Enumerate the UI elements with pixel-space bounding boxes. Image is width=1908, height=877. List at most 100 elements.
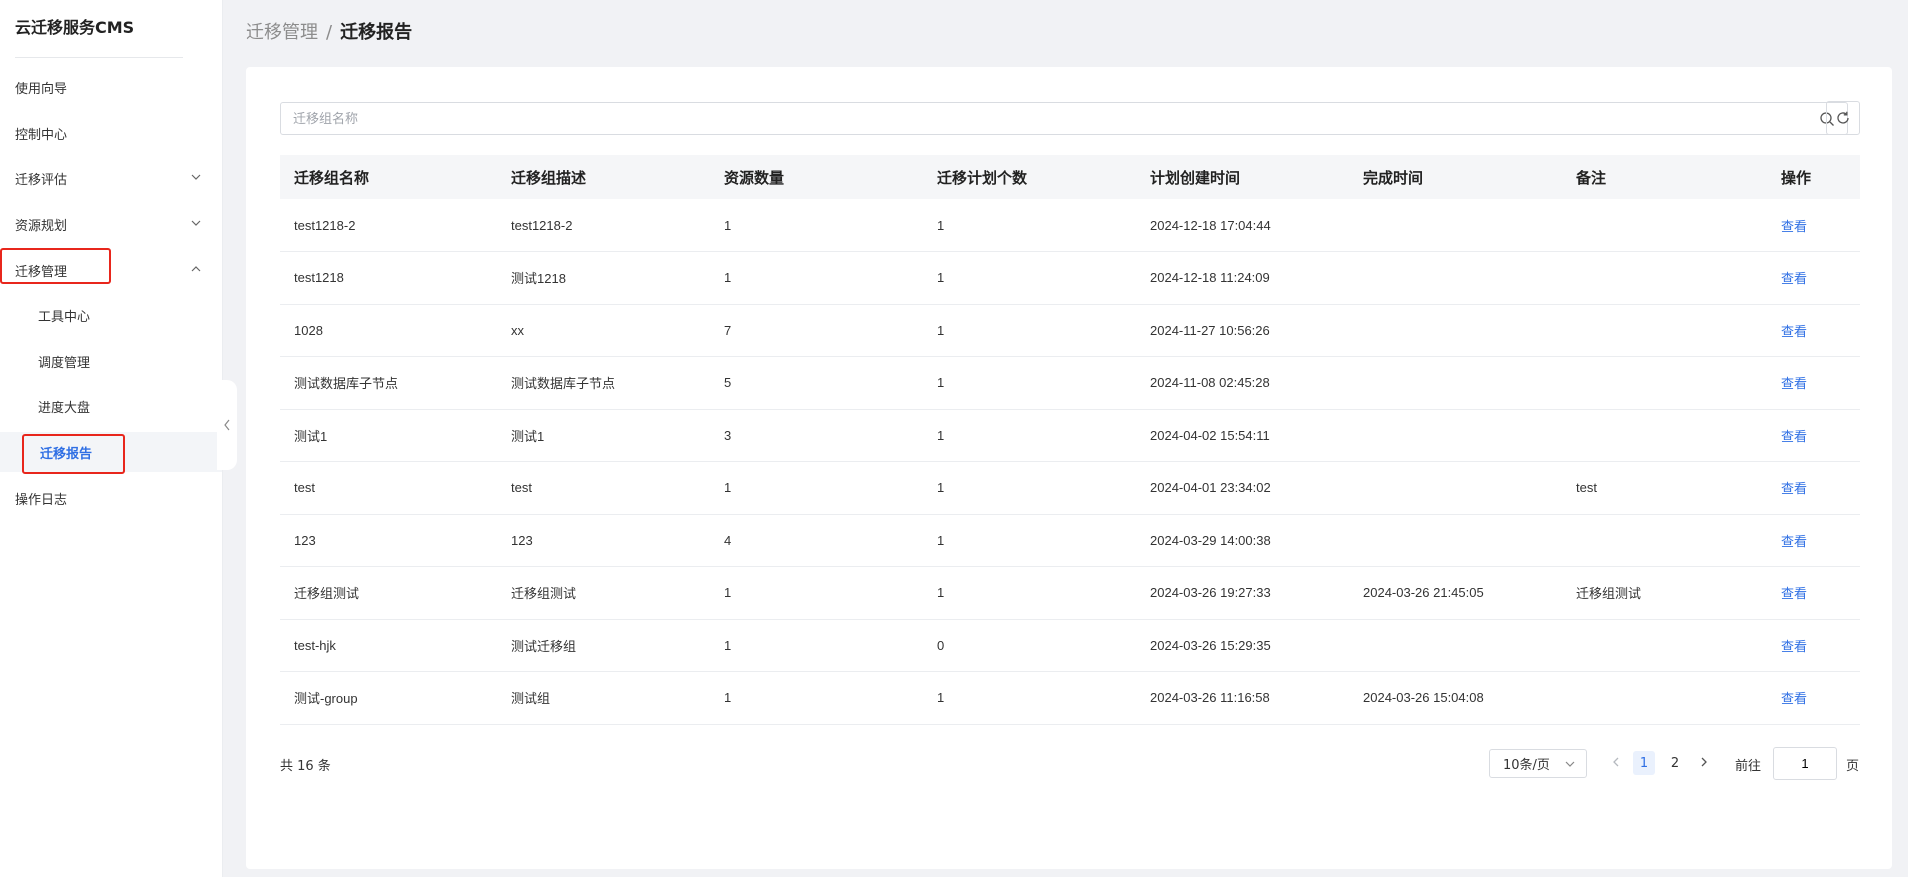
sidebar-item-resource-planning[interactable]: 资源规划 xyxy=(0,204,222,244)
breadcrumb-parent[interactable]: 迁移管理 xyxy=(246,22,318,43)
cell-plans: 1 xyxy=(937,217,945,233)
cell-note xyxy=(1562,252,1767,305)
chevron-down-icon xyxy=(1565,761,1575,767)
column-header-name: 迁移组名称 xyxy=(294,168,370,187)
next-page-button[interactable] xyxy=(1697,755,1711,769)
cell-plans: 1 xyxy=(937,427,945,443)
cell-name: 迁移组测试 xyxy=(294,586,360,602)
cell-finished xyxy=(1349,409,1562,462)
cell-name: test1218-2 xyxy=(294,217,356,233)
cell-desc: 测试迁移组 xyxy=(511,638,577,654)
table-row: 迁移组测试 迁移组测试 1 1 2024-03-26 19:27:33 2024… xyxy=(280,567,1860,620)
sidebar-item-control-center[interactable]: 控制中心 xyxy=(0,113,222,153)
cell-resources: 1 xyxy=(724,690,732,706)
cell-resources: 1 xyxy=(724,637,732,653)
cell-desc: 测试1 xyxy=(511,428,545,444)
goto-prefix-label: 前往 xyxy=(1735,759,1762,774)
cell-resources: 3 xyxy=(724,427,732,443)
sidebar-item-guide[interactable]: 使用向导 xyxy=(0,67,222,107)
cell-resources: 1 xyxy=(724,217,732,233)
cell-desc: xx xyxy=(511,322,524,338)
cell-resources: 1 xyxy=(724,270,732,286)
search-box xyxy=(280,102,1848,135)
cell-name: 测试1 xyxy=(294,428,328,444)
highlight-box-migration-management xyxy=(0,248,111,284)
cell-resources: 4 xyxy=(724,532,732,548)
column-header-desc: 迁移组描述 xyxy=(511,168,587,187)
sidebar-item-progress-dashboard[interactable]: 进度大盘 xyxy=(0,386,222,426)
cell-resources: 1 xyxy=(724,585,732,601)
cell-created: 2024-03-26 15:29:35 xyxy=(1150,637,1271,653)
cell-name: test-hjk xyxy=(294,637,336,653)
cell-plans: 1 xyxy=(937,690,945,706)
prev-page-button[interactable] xyxy=(1609,755,1623,769)
sidebar-item-label: 工具中心 xyxy=(38,309,91,325)
search-input[interactable] xyxy=(281,103,1781,134)
chevron-left-icon xyxy=(224,419,230,431)
column-header-created: 计划创建时间 xyxy=(1150,168,1241,187)
table-row: 1028 xx 7 1 2024-11-27 10:56:26 查看 xyxy=(280,304,1860,357)
cell-note xyxy=(1562,357,1767,410)
cell-plans: 0 xyxy=(937,637,945,653)
cell-desc: test xyxy=(511,480,532,496)
view-link[interactable]: 查看 xyxy=(1767,409,1860,462)
sidebar-item-label: 使用向导 xyxy=(15,81,68,97)
page-number-1[interactable]: 1 xyxy=(1633,751,1655,775)
cell-created: 2024-12-18 17:04:44 xyxy=(1150,217,1271,233)
cell-desc: 123 xyxy=(511,532,533,548)
cell-note: 迁移组测试 xyxy=(1576,586,1642,602)
sidebar-item-label: 迁移评估 xyxy=(15,172,68,188)
sidebar-item-label: 资源规划 xyxy=(15,218,68,234)
cell-note xyxy=(1562,409,1767,462)
view-link[interactable]: 查看 xyxy=(1767,462,1860,515)
view-link[interactable]: 查看 xyxy=(1767,252,1860,305)
page-number-2[interactable]: 2 xyxy=(1664,751,1686,775)
breadcrumb-separator: / xyxy=(326,22,333,43)
table-row: test1218 测试1218 1 1 2024-12-18 11:24:09 … xyxy=(280,252,1860,305)
sidebar-item-operation-log[interactable]: 操作日志 xyxy=(0,478,222,518)
cell-created: 2024-11-08 02:45:28 xyxy=(1150,375,1270,391)
cell-plans: 1 xyxy=(937,322,945,338)
cell-name: 测试数据库子节点 xyxy=(294,376,399,392)
cell-plans: 1 xyxy=(937,585,945,601)
cell-plans: 1 xyxy=(937,270,945,286)
cell-finished: 2024-03-26 21:45:05 xyxy=(1363,585,1484,601)
cell-desc: 测试组 xyxy=(511,691,551,707)
sidebar-collapse-toggle[interactable] xyxy=(217,380,237,470)
sidebar-item-label: 进度大盘 xyxy=(38,400,91,416)
goto-page-input[interactable] xyxy=(1773,747,1837,780)
sidebar: 云迁移服务CMS 使用向导 控制中心 迁移评估 资源规划 迁移管理 工具中心 调… xyxy=(0,0,223,877)
table-header-row: 迁移组名称 迁移组描述 资源数量 迁移计划个数 计划创建时间 完成时间 备注 操… xyxy=(280,155,1860,199)
refresh-icon xyxy=(1837,111,1849,124)
cell-note xyxy=(1562,619,1767,672)
cell-plans: 1 xyxy=(937,375,945,391)
table-row: test test 1 1 2024-04-01 23:34:02 test 查… xyxy=(280,462,1860,515)
cell-note xyxy=(1562,199,1767,252)
view-link[interactable]: 查看 xyxy=(1767,672,1860,725)
page-size-select[interactable]: 10条/页 xyxy=(1489,749,1587,778)
cell-finished xyxy=(1349,619,1562,672)
cell-name: test1218 xyxy=(294,270,344,286)
view-link[interactable]: 查看 xyxy=(1767,514,1860,567)
highlight-box-migration-report xyxy=(22,434,125,474)
sidebar-item-scheduling[interactable]: 调度管理 xyxy=(0,341,222,381)
cell-resources: 5 xyxy=(724,375,732,391)
cell-created: 2024-11-27 10:56:26 xyxy=(1150,322,1270,338)
main-card: 迁移组名称 迁移组描述 资源数量 迁移计划个数 计划创建时间 完成时间 备注 操… xyxy=(246,67,1892,869)
view-link[interactable]: 查看 xyxy=(1767,619,1860,672)
cell-note: test xyxy=(1576,480,1597,496)
view-link[interactable]: 查看 xyxy=(1767,304,1860,357)
cell-name: 123 xyxy=(294,532,316,548)
table-row: 测试1 测试1 3 1 2024-04-02 15:54:11 查看 xyxy=(280,409,1860,462)
refresh-button[interactable] xyxy=(1826,101,1860,135)
sidebar-item-tool-center[interactable]: 工具中心 xyxy=(0,295,222,335)
view-link[interactable]: 查看 xyxy=(1767,199,1860,252)
cell-created: 2024-03-26 19:27:33 xyxy=(1150,585,1271,601)
table-row: test1218-2 test1218-2 1 1 2024-12-18 17:… xyxy=(280,199,1860,252)
cell-finished xyxy=(1349,199,1562,252)
sidebar-item-migration-assessment[interactable]: 迁移评估 xyxy=(0,158,222,198)
view-link[interactable]: 查看 xyxy=(1767,567,1860,620)
cell-plans: 1 xyxy=(937,532,945,548)
view-link[interactable]: 查看 xyxy=(1767,357,1860,410)
cell-finished: 2024-03-26 15:04:08 xyxy=(1363,690,1484,706)
